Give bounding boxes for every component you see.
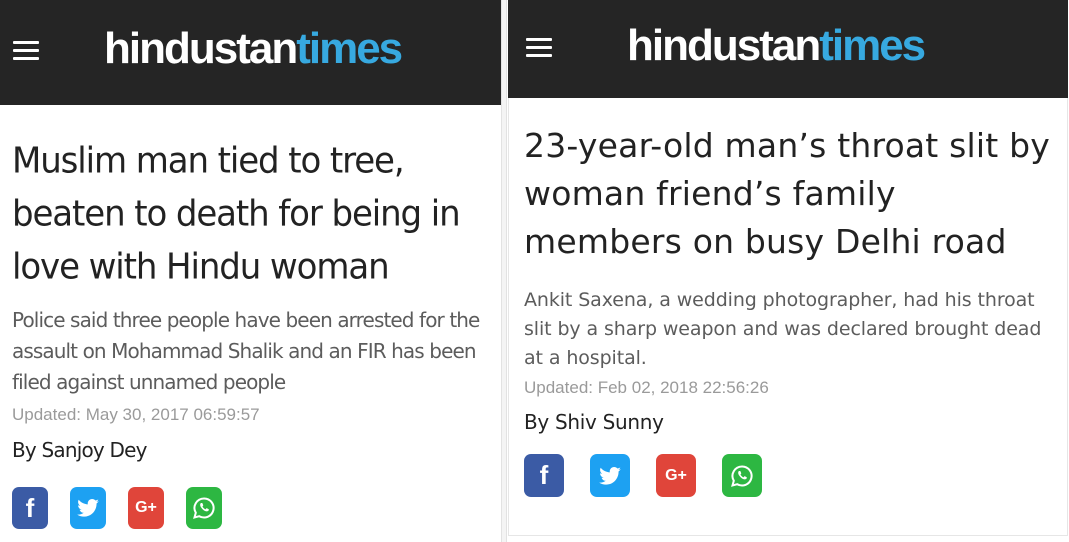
- left-screenshot: hindustantimes Muslim man tied to tree, …: [0, 0, 501, 542]
- article-summary: Ankit Saxena, a wedding photographer, ha…: [524, 289, 1042, 369]
- article-summary: Police said three people have been arres…: [12, 308, 480, 394]
- menu-icon[interactable]: [526, 38, 552, 58]
- share-bar: f G+: [12, 487, 491, 529]
- logo-hindustan: hindustan: [104, 24, 298, 73]
- article: 23-year-old man’s throat slit by woman f…: [508, 98, 1068, 536]
- whatsapp-icon: [731, 464, 753, 487]
- twitter-share-button[interactable]: [70, 487, 106, 529]
- article-byline[interactable]: By Shiv Sunny: [524, 410, 1059, 434]
- article-updated-timestamp: Updated: May 30, 2017 06:59:57: [12, 405, 260, 424]
- whatsapp-share-button[interactable]: [722, 454, 762, 497]
- article-updated-timestamp: Updated: Feb 02, 2018 22:56:26: [524, 378, 769, 397]
- google-plus-share-button[interactable]: G+: [656, 454, 696, 497]
- facebook-icon: f: [25, 492, 35, 523]
- article-headline[interactable]: Muslim man tied to tree, beaten to death…: [12, 135, 491, 294]
- article-byline[interactable]: By Sanjoy Dey: [12, 438, 491, 462]
- google-plus-icon: G+: [665, 466, 687, 484]
- logo-times: times: [819, 21, 926, 70]
- site-logo[interactable]: hindustantimes: [627, 21, 926, 70]
- twitter-icon: [77, 499, 99, 517]
- article: Muslim man tied to tree, beaten to death…: [0, 105, 501, 529]
- logo-times: times: [296, 24, 403, 73]
- facebook-share-button[interactable]: f: [12, 487, 48, 529]
- right-screenshot: hindustantimes 23-year-old man’s throat …: [507, 0, 1069, 542]
- site-logo[interactable]: hindustantimes: [104, 24, 403, 73]
- google-plus-share-button[interactable]: G+: [128, 487, 164, 529]
- google-plus-icon: G+: [135, 499, 157, 516]
- twitter-icon: [599, 466, 621, 485]
- whatsapp-icon: [193, 497, 215, 519]
- whatsapp-share-button[interactable]: [186, 487, 222, 529]
- logo-hindustan: hindustan: [627, 21, 821, 70]
- article-headline[interactable]: 23-year-old man’s throat slit by woman f…: [524, 122, 1059, 266]
- share-bar: f G+: [524, 454, 1059, 497]
- facebook-share-button[interactable]: f: [524, 454, 564, 497]
- site-header: hindustantimes: [0, 0, 501, 105]
- facebook-icon: f: [539, 460, 549, 490]
- menu-icon[interactable]: [13, 41, 39, 61]
- twitter-share-button[interactable]: [590, 454, 630, 497]
- site-header: hindustantimes: [508, 0, 1068, 98]
